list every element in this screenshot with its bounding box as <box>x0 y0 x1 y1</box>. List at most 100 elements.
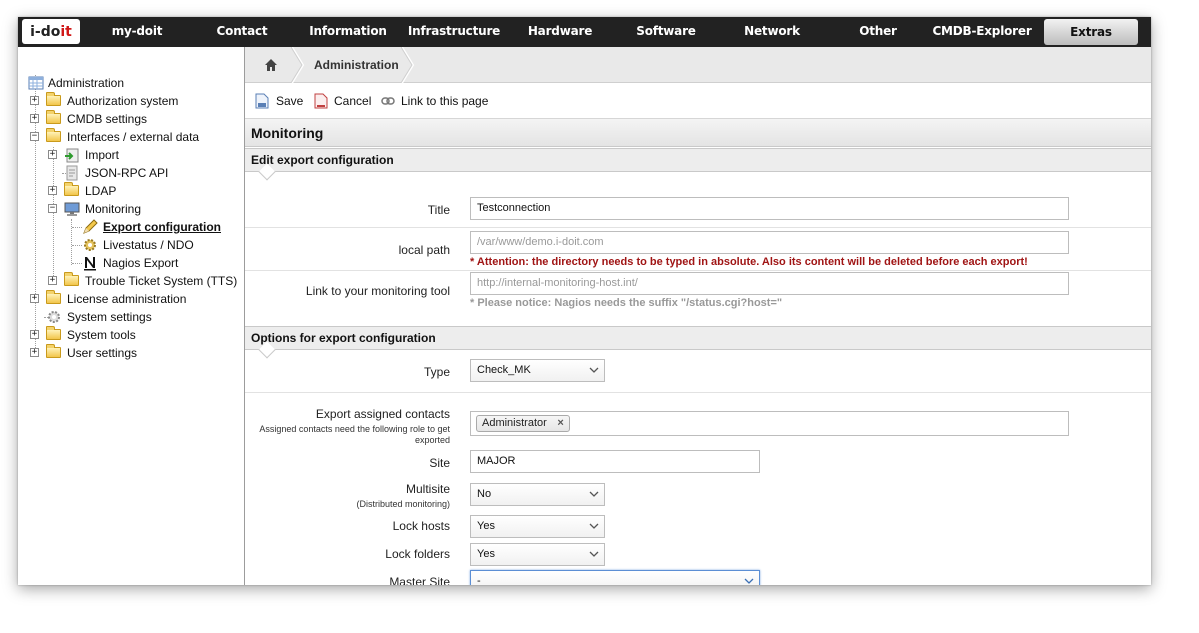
main-content: Administration Save Cancel Link to this … <box>245 47 1151 585</box>
nav-cmdb-explorer[interactable]: CMDB-Explorer <box>930 17 1034 47</box>
site-label: Site <box>429 456 450 470</box>
expand-icon[interactable]: + <box>48 186 57 195</box>
type-select[interactable]: Check_MK <box>470 359 605 382</box>
folder-icon <box>46 110 61 124</box>
close-icon[interactable]: × <box>557 416 563 431</box>
expand-icon[interactable]: + <box>48 276 57 285</box>
monitoring-link-input[interactable]: http://internal-monitoring-host.int/ <box>470 272 1069 295</box>
nav-contact[interactable]: Contact <box>202 17 282 47</box>
lock-hosts-select[interactable]: Yes <box>470 515 605 538</box>
sidebar-item-tts[interactable]: + Trouble Ticket System (TTS) <box>48 272 238 290</box>
nav-extras[interactable]: Extras <box>1044 19 1138 45</box>
lock-folders-select[interactable]: Yes <box>470 543 605 566</box>
expand-icon[interactable]: + <box>30 96 39 105</box>
chevron-down-icon <box>589 367 599 373</box>
nav-information[interactable]: Information <box>304 17 392 47</box>
master-site-select[interactable]: - <box>470 570 760 585</box>
sidebar-item-authorization-system[interactable]: + Authorization system <box>30 92 230 110</box>
sidebar-item-nagios-export[interactable]: Nagios Export <box>66 254 236 272</box>
cancel-icon <box>314 93 328 109</box>
nav-software[interactable]: Software <box>624 17 708 47</box>
sidebar-item-cmdb-settings[interactable]: + CMDB settings <box>30 110 230 128</box>
folder-icon <box>46 92 61 106</box>
home-icon[interactable] <box>264 58 278 72</box>
page-title: Monitoring <box>245 119 1151 147</box>
sidebar-item-livestatus-ndo[interactable]: Livestatus / NDO <box>66 236 236 254</box>
path-warning: * Attention: the directory needs to be t… <box>470 256 1028 268</box>
sidebar-item-label: CMDB settings <box>67 112 148 126</box>
save-icon <box>255 93 269 109</box>
contacts-tag-input[interactable]: Administrator × <box>470 411 1069 436</box>
admin-grid-icon <box>28 76 44 90</box>
expand-icon[interactable]: + <box>30 294 39 303</box>
cancel-button[interactable]: Cancel <box>314 83 374 119</box>
folder-icon <box>46 290 61 304</box>
sidebar-item-license-administration[interactable]: + License administration <box>30 290 230 308</box>
sidebar-item-system-tools[interactable]: + System tools <box>30 326 230 344</box>
title-input[interactable]: Testconnection <box>470 197 1069 220</box>
expand-icon[interactable]: + <box>48 150 57 159</box>
row-divider <box>245 227 1151 228</box>
type-value: Check_MK <box>477 364 531 376</box>
sidebar-item-label: Import <box>85 148 120 162</box>
nav-network[interactable]: Network <box>730 17 814 47</box>
pencil-icon <box>83 219 98 234</box>
sidebar-item-monitoring[interactable]: − Monitoring <box>48 200 228 218</box>
chevron-down-icon <box>589 551 599 557</box>
save-button[interactable]: Save <box>255 83 305 119</box>
breadcrumb-separator <box>291 47 305 83</box>
breadcrumb: Administration <box>245 47 1151 83</box>
logo-accent-text: it <box>60 23 72 40</box>
sidebar-item-label: License administration <box>67 292 187 306</box>
multisite-label: Multisite <box>405 482 450 496</box>
monitor-icon <box>64 202 80 216</box>
api-document-icon <box>66 165 78 181</box>
sidebar-item-ldap[interactable]: + LDAP <box>48 182 228 200</box>
sidebar-item-label: Monitoring <box>85 202 142 216</box>
multisite-select[interactable]: No <box>470 483 605 506</box>
cancel-label: Cancel <box>334 94 372 108</box>
expand-icon[interactable]: + <box>30 114 39 123</box>
sidebar-item-export-configuration[interactable]: Export configuration <box>66 218 236 236</box>
tree-root-administration[interactable]: Administration <box>28 74 228 92</box>
nav-other[interactable]: Other <box>838 17 918 47</box>
row-divider <box>245 270 1151 271</box>
admin-sidebar-tree: Administration + Authorization system + … <box>18 47 245 585</box>
chevron-down-icon <box>744 578 754 584</box>
sidebar-item-user-settings[interactable]: + User settings <box>30 344 230 362</box>
expand-icon[interactable]: + <box>30 348 39 357</box>
collapse-icon[interactable]: − <box>30 132 39 141</box>
multisite-sublabel: (Distributed monitoring) <box>356 499 450 509</box>
sidebar-item-system-settings[interactable]: System settings <box>30 308 230 326</box>
lock-hosts-label: Lock hosts <box>392 519 450 533</box>
sidebar-item-label: Livestatus / NDO <box>103 238 194 252</box>
i-doit-logo[interactable]: i-do it <box>22 19 80 44</box>
top-navigation: i-do it my-doit Contact Information Infra… <box>18 17 1151 47</box>
title-label: Title <box>427 203 450 217</box>
link-label: Link to this page <box>401 94 489 108</box>
chevron-down-icon <box>589 523 599 529</box>
collapse-icon[interactable]: − <box>48 204 57 213</box>
sidebar-item-label: User settings <box>67 346 138 360</box>
nagios-n-icon <box>84 257 96 271</box>
site-input[interactable]: MAJOR <box>470 450 760 473</box>
gear-icon <box>84 239 96 251</box>
breadcrumb-administration[interactable]: Administration <box>314 47 399 83</box>
local-path-input[interactable]: /var/www/demo.i-doit.com <box>470 231 1069 254</box>
section-title: Edit export configuration <box>251 153 394 167</box>
link-icon <box>381 97 395 105</box>
sidebar-item-interfaces[interactable]: − Interfaces / external data <box>30 128 230 146</box>
folder-icon <box>46 344 61 358</box>
nav-my-doit[interactable]: my-doit <box>98 17 176 47</box>
contact-tag[interactable]: Administrator × <box>476 415 570 432</box>
sidebar-item-json-rpc-api[interactable]: JSON-RPC API <box>48 164 228 182</box>
contact-tag-label: Administrator <box>482 417 547 429</box>
sidebar-item-label: Nagios Export <box>103 256 179 270</box>
lock-folders-value: Yes <box>477 548 495 560</box>
link-to-page-button[interactable]: Link to this page <box>381 83 491 119</box>
sidebar-item-import[interactable]: + Import <box>48 146 228 164</box>
expand-icon[interactable]: + <box>30 330 39 339</box>
nav-infrastructure[interactable]: Infrastructure <box>406 17 502 47</box>
local-path-label: local path <box>398 243 450 257</box>
nav-hardware[interactable]: Hardware <box>518 17 602 47</box>
